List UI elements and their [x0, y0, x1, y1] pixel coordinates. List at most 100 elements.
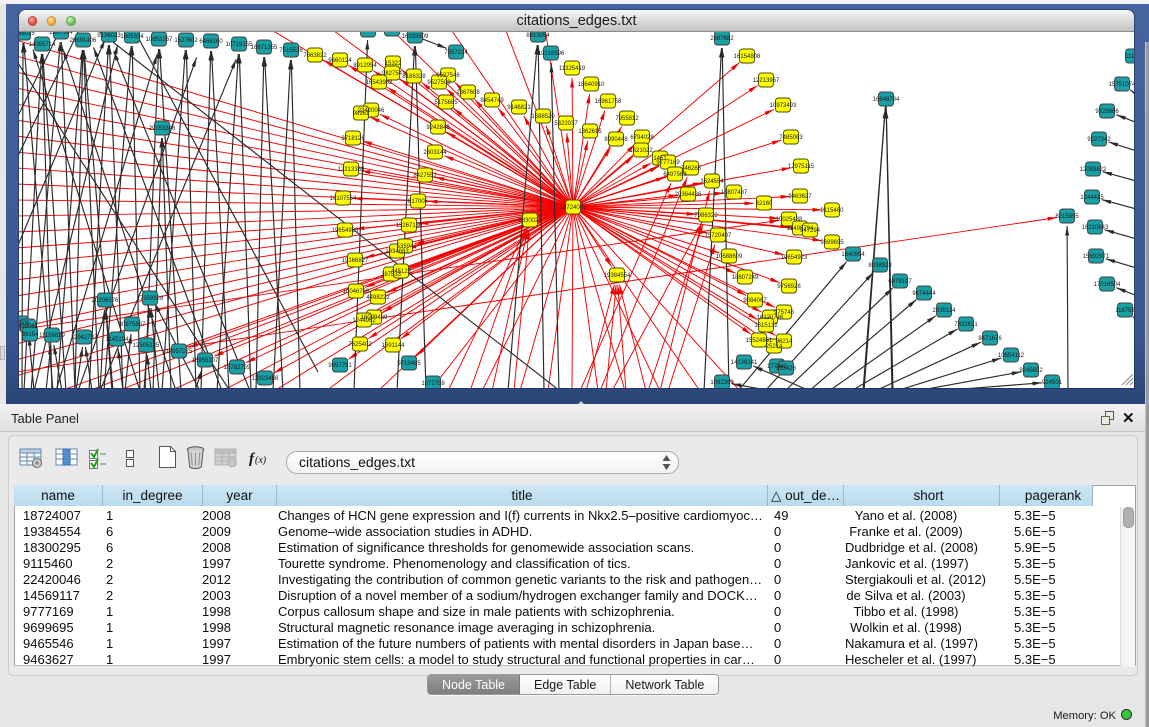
svg-text:1605334: 1605334	[120, 34, 144, 40]
svg-text:12942737: 12942737	[71, 335, 98, 341]
svg-text:12093822: 12093822	[1080, 167, 1107, 173]
svg-text:11156829: 11156829	[39, 333, 65, 339]
svg-text:4498222: 4498222	[366, 295, 390, 301]
svg-text:7625402: 7625402	[348, 342, 372, 348]
svg-text:2687682: 2687682	[710, 36, 734, 42]
svg-text:9115460: 9115460	[821, 208, 845, 214]
svg-text:16782759: 16782759	[224, 365, 251, 371]
svg-text:16671355: 16671355	[251, 45, 278, 51]
svg-text:1615132: 1615132	[754, 323, 778, 329]
svg-text:1588520: 1588520	[531, 114, 555, 120]
svg-text:9527546: 9527546	[436, 73, 460, 79]
svg-text:3624554: 3624554	[700, 179, 724, 185]
svg-text:19654923: 19654923	[781, 255, 808, 261]
svg-text:(x): (x)	[255, 455, 267, 466]
svg-text:6794028: 6794028	[630, 135, 654, 141]
svg-text:39154: 39154	[22, 332, 39, 338]
svg-text:9527508: 9527508	[427, 80, 451, 86]
svg-text:982754: 982754	[382, 71, 403, 77]
svg-text:10958107: 10958107	[192, 358, 219, 364]
svg-text:8454749: 8454749	[480, 98, 504, 104]
svg-text:7632621: 7632621	[954, 322, 978, 328]
svg-text:12975115: 12975115	[788, 164, 815, 170]
svg-text:8471676: 8471676	[978, 336, 1002, 342]
svg-text:5175685: 5175685	[434, 100, 458, 106]
svg-text:975746: 975746	[774, 310, 795, 316]
svg-text:9242848: 9242848	[426, 125, 450, 131]
svg-text:1072759: 1072759	[421, 381, 445, 387]
svg-text:15322: 15322	[385, 61, 402, 67]
svg-text:1145194: 1145194	[106, 337, 130, 343]
svg-text:16033809: 16033809	[402, 34, 429, 40]
svg-text:2935114: 2935114	[933, 308, 957, 314]
svg-text:16154808: 16154808	[734, 54, 761, 60]
svg-text:1691144: 1691144	[382, 343, 406, 349]
svg-text:8215955: 8215955	[1055, 214, 1079, 220]
svg-text:16648784: 16648784	[873, 97, 900, 103]
svg-text:933426: 933426	[776, 366, 797, 372]
svg-text:8427552: 8427552	[413, 173, 437, 179]
svg-text:6497568: 6497568	[663, 172, 687, 178]
svg-text:817006: 817006	[408, 199, 429, 205]
svg-text:13267130: 13267130	[396, 223, 423, 229]
svg-text:15751074: 15751074	[1109, 82, 1134, 88]
svg-text:1064283: 1064283	[356, 32, 380, 34]
svg-text:10719155: 10719155	[226, 42, 253, 48]
svg-text:7986322: 7986322	[694, 213, 718, 219]
svg-text:1244962: 1244962	[352, 318, 376, 324]
svg-text:9474444: 9474444	[912, 291, 936, 297]
svg-text:30975887: 30975887	[119, 322, 146, 328]
svg-text:1640954: 1640954	[841, 252, 865, 258]
svg-text:9227342: 9227342	[1087, 137, 1111, 143]
svg-text:12213967: 12213967	[753, 78, 780, 84]
svg-text:17016504: 17016504	[1094, 282, 1121, 288]
svg-text:116753: 116753	[1115, 308, 1134, 314]
svg-text:1092369: 1092369	[710, 380, 734, 386]
svg-text:20206576: 20206576	[92, 298, 119, 304]
svg-text:9146821: 9146821	[507, 105, 531, 111]
svg-text:9136023: 9136023	[97, 33, 121, 39]
svg-text:9716485: 9716485	[397, 361, 421, 367]
svg-text:445123: 445123	[391, 269, 412, 275]
svg-text:14055714: 14055714	[29, 42, 56, 48]
svg-text:10025438: 10025438	[776, 217, 803, 223]
svg-text:9857791: 9857791	[328, 363, 352, 369]
svg-text:19218596: 19218596	[538, 51, 565, 57]
svg-text:6879197: 6879197	[888, 279, 912, 285]
svg-text:9329966: 9329966	[1095, 109, 1119, 115]
svg-text:2830023: 2830023	[518, 218, 542, 224]
svg-text:12213369: 12213369	[338, 167, 365, 173]
svg-text:19654983: 19654983	[332, 228, 359, 234]
svg-text:16107554: 16107554	[330, 196, 357, 202]
svg-text:8186328: 8186328	[402, 74, 426, 80]
svg-text:18807249: 18807249	[732, 275, 759, 281]
svg-text:8813054: 8813054	[526, 33, 550, 39]
svg-text:29053346: 29053346	[149, 126, 176, 132]
svg-text:947294: 947294	[800, 228, 821, 234]
svg-text:1244415: 1244415	[1080, 195, 1104, 201]
svg-text:6466160: 6466160	[199, 39, 223, 45]
svg-text:17359928: 17359928	[137, 296, 164, 302]
svg-text:10653267: 10653267	[146, 37, 173, 43]
svg-text:2367608: 2367608	[456, 90, 480, 96]
svg-text:8912954: 8912954	[353, 63, 377, 69]
svg-text:15692971: 15692971	[1083, 254, 1110, 260]
svg-text:2803144: 2803144	[423, 150, 447, 156]
svg-text:7357224: 7357224	[444, 50, 468, 56]
svg-text:12923468: 12923468	[252, 376, 279, 382]
svg-text:9660124: 9660124	[328, 58, 352, 64]
svg-text:18640910: 18640910	[578, 82, 605, 88]
svg-text:11325419: 11325419	[559, 66, 586, 72]
svg-text:9084067: 9084067	[743, 298, 767, 304]
svg-text:16961758: 16961758	[595, 99, 622, 105]
svg-text:15720407: 15720407	[705, 233, 732, 239]
svg-text:9245652: 9245652	[1019, 368, 1043, 374]
svg-text:7485063: 7485063	[779, 135, 803, 141]
svg-text:53594: 53594	[397, 244, 414, 250]
svg-text:5322037: 5322037	[554, 121, 578, 127]
svg-text:98961: 98961	[353, 111, 370, 117]
svg-text:9699695: 9699695	[820, 240, 844, 246]
svg-text:9777169: 9777169	[656, 160, 680, 166]
svg-text:20364436: 20364436	[675, 192, 702, 198]
svg-text:96214: 96214	[776, 339, 793, 345]
